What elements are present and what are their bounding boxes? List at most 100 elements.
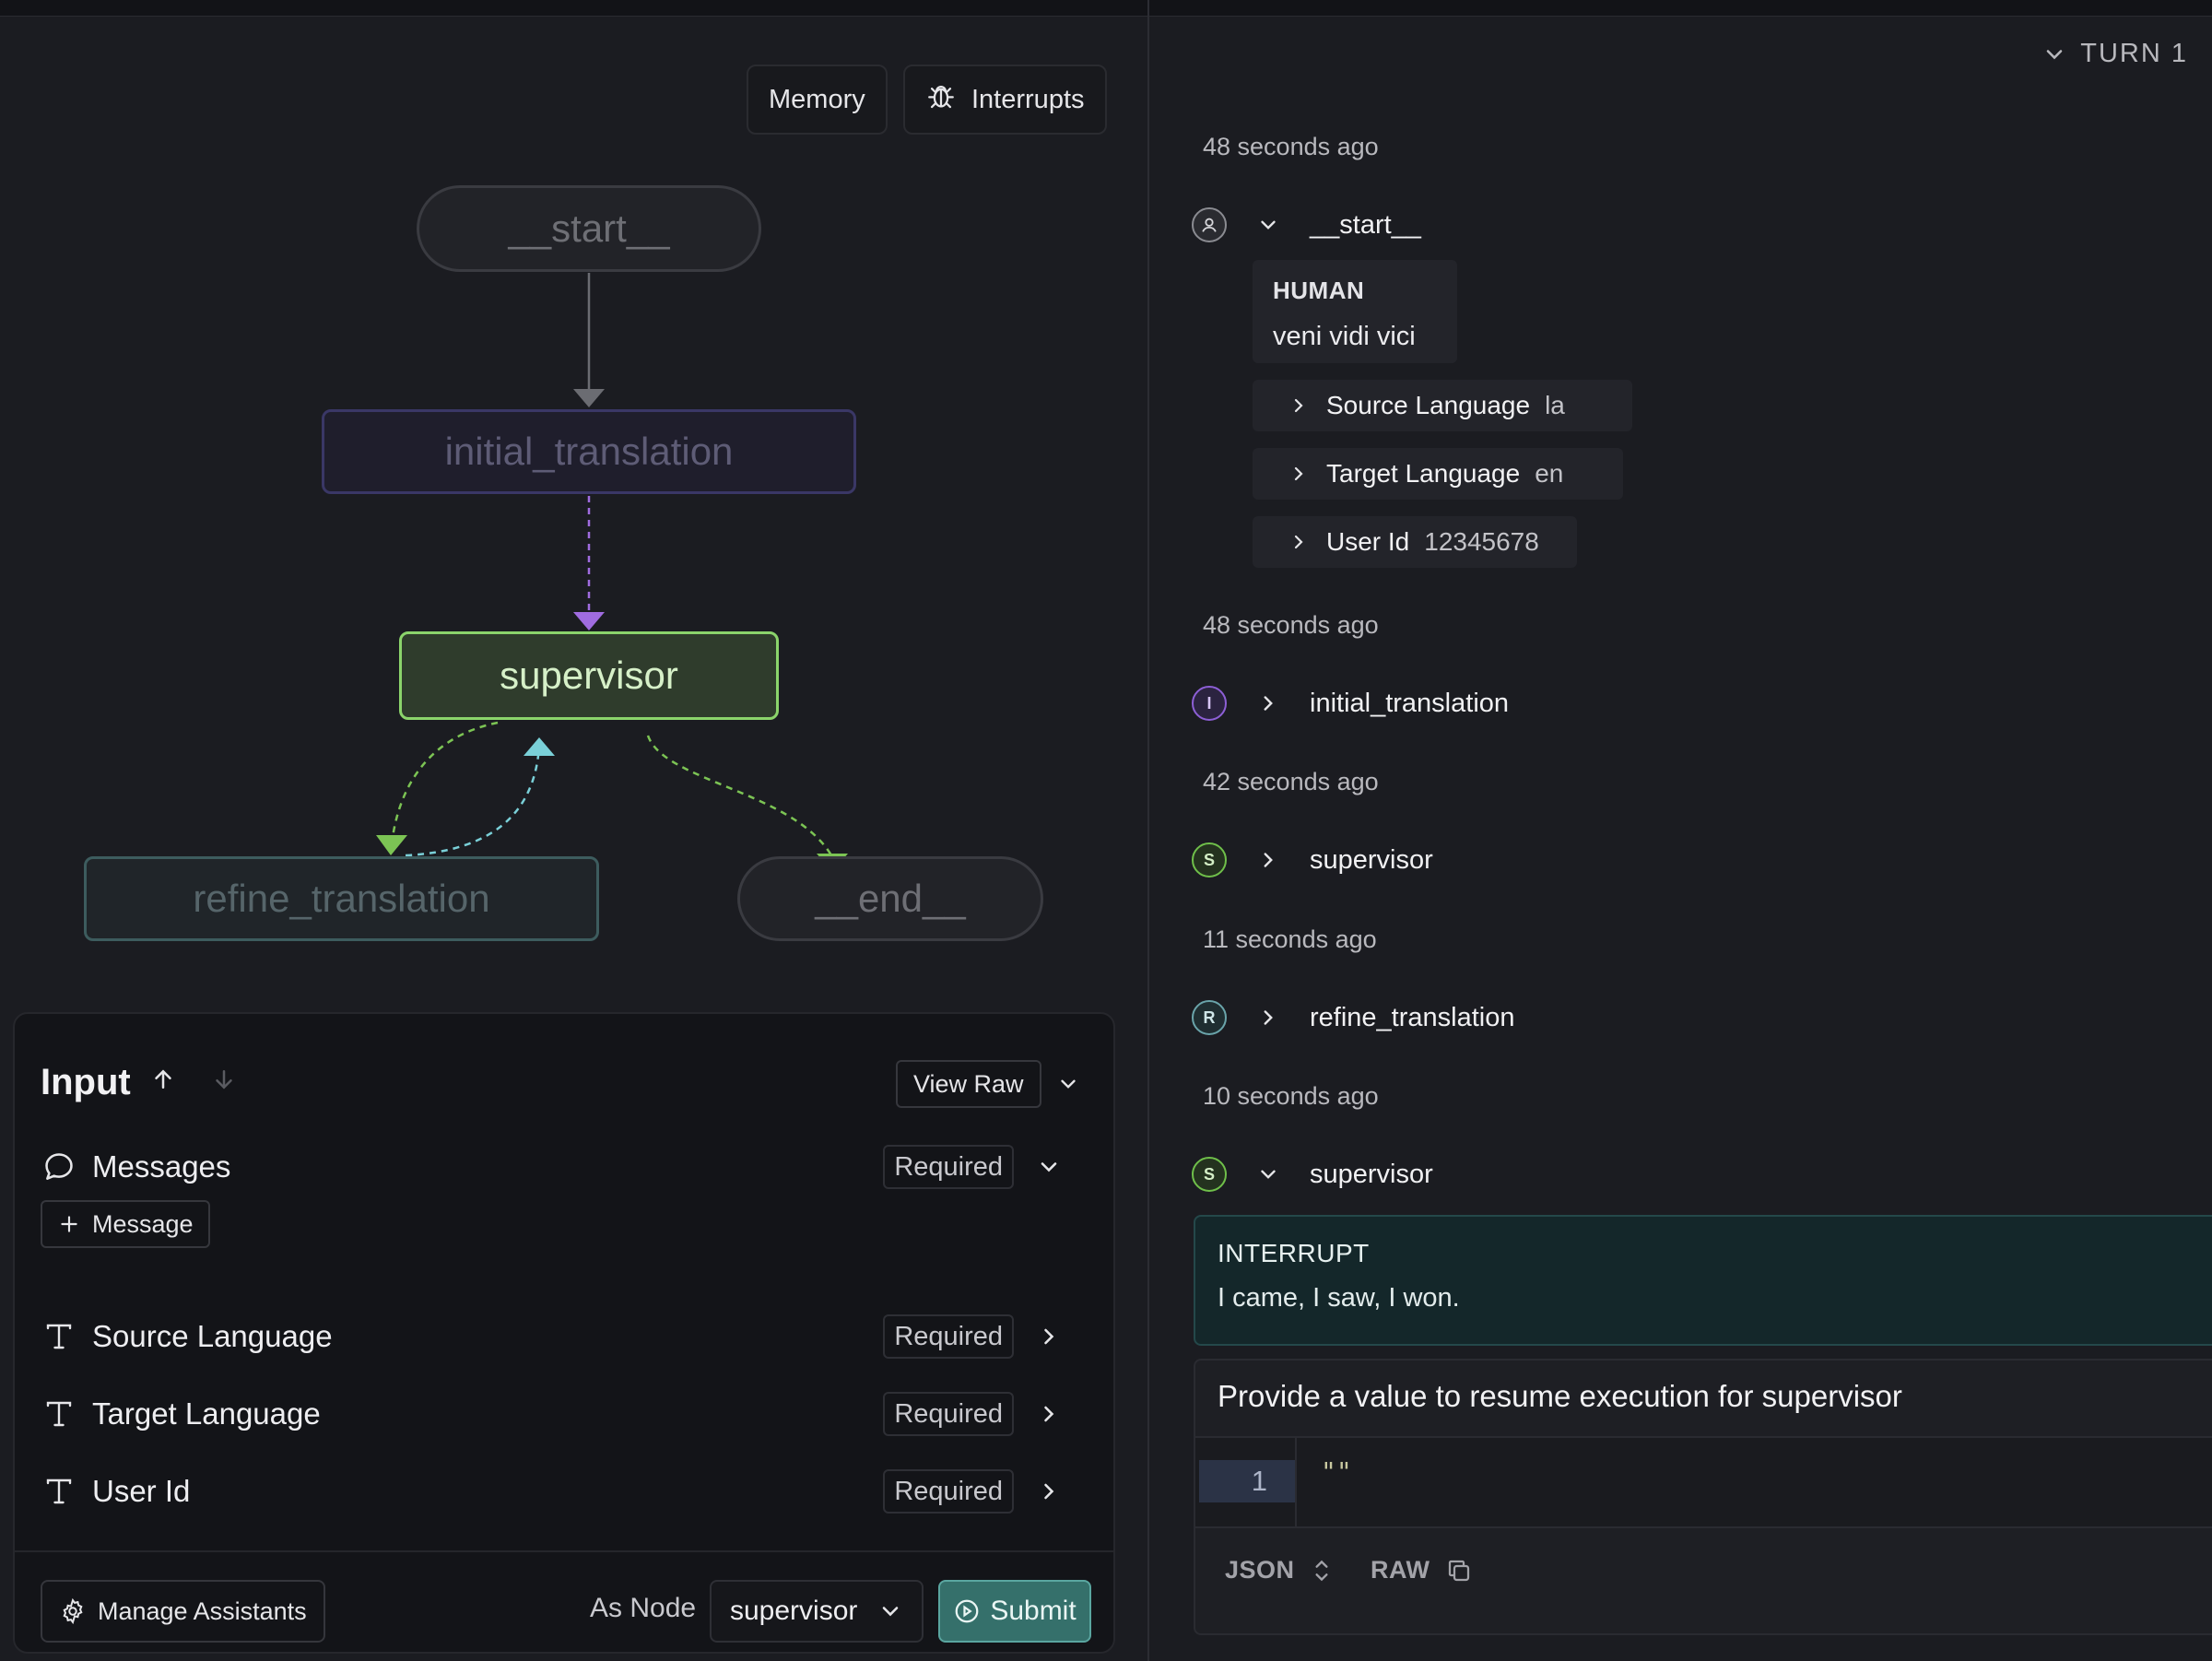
state-target-language[interactable]: Target Language en	[1253, 448, 1623, 500]
as-node-select[interactable]: supervisor	[710, 1580, 924, 1643]
messages-label: Messages	[92, 1149, 231, 1184]
chevron-right-icon[interactable]	[1256, 1006, 1280, 1030]
resume-editor[interactable]: 1 ""	[1195, 1438, 2212, 1526]
text-type-icon	[41, 1318, 77, 1355]
node-start-label: __start__	[508, 206, 670, 250]
node-initial-translation[interactable]: initial_translation	[322, 409, 856, 494]
gear-icon	[63, 1597, 83, 1625]
person-icon	[1192, 207, 1227, 242]
chevron-down-icon[interactable]	[1036, 1154, 1062, 1180]
avatar-initial: S	[1192, 842, 1227, 878]
input-title: Input	[41, 1062, 131, 1102]
as-node-value: supervisor	[730, 1596, 858, 1626]
chevron-right-icon[interactable]	[1256, 848, 1280, 872]
event-node-name: __start__	[1310, 209, 1421, 240]
interrupt-text: I came, I saw, I won.	[1218, 1283, 1460, 1313]
source-language-row[interactable]: Source Language Required	[41, 1313, 1088, 1361]
node-end[interactable]: __end__	[737, 856, 1043, 941]
user-id-label: User Id	[92, 1474, 191, 1508]
chevron-right-icon	[1294, 398, 1303, 413]
human-message: HUMAN veni vidi vici	[1253, 260, 1457, 363]
target-language-row[interactable]: Target Language Required	[41, 1390, 1088, 1438]
event-initial-translation[interactable]: I initial_translation	[1192, 683, 1509, 724]
code-content[interactable]: ""	[1321, 1456, 1352, 1487]
arrow-down-icon[interactable]	[210, 1066, 238, 1093]
manage-assistants-button[interactable]: Manage Assistants	[41, 1580, 325, 1643]
event-timestamp: 10 seconds ago	[1203, 1082, 1379, 1110]
node-initial-translation-label: initial_translation	[444, 430, 734, 473]
submit-label: Submit	[990, 1596, 1077, 1626]
edge-start-initial-arrow	[573, 389, 605, 407]
top-bar	[0, 0, 2212, 17]
footer-divider	[15, 1550, 1113, 1552]
user-id-row[interactable]: User Id Required	[41, 1467, 1088, 1515]
graph-edges	[376, 273, 848, 872]
messages-row[interactable]: Messages Required	[41, 1143, 1088, 1191]
required-badge: Required	[883, 1469, 1014, 1514]
event-start[interactable]: __start__	[1192, 205, 1421, 245]
view-raw-label: View Raw	[913, 1069, 1024, 1098]
required-badge: Required	[883, 1392, 1014, 1436]
chevron-right-icon[interactable]	[1036, 1478, 1062, 1504]
chevron-down-icon[interactable]	[1256, 1162, 1280, 1186]
chevron-down-icon[interactable]	[1056, 1072, 1080, 1096]
chevron-up-down-icon	[1314, 1560, 1328, 1581]
manage-assistants-label: Manage Assistants	[98, 1596, 307, 1625]
state-value: en	[1535, 459, 1564, 488]
chevron-down-icon[interactable]	[1256, 213, 1280, 237]
view-raw-button[interactable]: View Raw	[896, 1060, 1041, 1108]
edge-supervisor-end	[646, 735, 833, 856]
required-badge: Required	[883, 1145, 1014, 1189]
copy-icon	[1448, 1560, 1469, 1581]
required-badge: Required	[883, 1314, 1014, 1359]
graph-panel: Memory Interrupts __start__ initial_tran…	[0, 17, 1147, 1661]
chat-bubble-icon	[41, 1149, 77, 1185]
chevron-right-icon	[1294, 535, 1303, 549]
avatar-initial: S	[1192, 1157, 1227, 1192]
chevron-right-icon[interactable]	[1036, 1324, 1062, 1349]
target-language-label: Target Language	[92, 1396, 321, 1431]
event-timestamp: 48 seconds ago	[1203, 133, 1379, 160]
event-node-name: initial_translation	[1310, 688, 1510, 718]
event-node-name: supervisor	[1310, 1159, 1433, 1189]
event-refine-translation[interactable]: R refine_translation	[1192, 997, 1514, 1038]
interrupt-box: INTERRUPT I came, I saw, I won.	[1194, 1215, 2212, 1346]
node-refine-translation-label: refine_translation	[193, 877, 490, 920]
state-source-language[interactable]: Source Language la	[1253, 380, 1632, 431]
event-node-name: refine_translation	[1310, 1002, 1515, 1032]
turn-toggle[interactable]: TURN 1	[2041, 39, 2188, 69]
state-key: Source Language	[1326, 391, 1531, 419]
event-supervisor[interactable]: S supervisor	[1192, 840, 1433, 880]
chevron-right-icon[interactable]	[1036, 1401, 1062, 1427]
source-language-label: Source Language	[92, 1319, 333, 1353]
add-message-label: Message	[92, 1209, 194, 1238]
event-timestamp: 42 seconds ago	[1203, 768, 1379, 795]
node-supervisor[interactable]: supervisor	[399, 631, 779, 720]
add-message-button[interactable]: Message	[41, 1200, 210, 1248]
event-supervisor-interrupt[interactable]: S supervisor	[1192, 1154, 1433, 1195]
node-start[interactable]: __start__	[417, 185, 761, 272]
submit-button[interactable]: Submit	[938, 1580, 1091, 1643]
chevron-down-icon	[2046, 49, 2063, 59]
turn-label: TURN 1	[2080, 39, 2188, 68]
state-value: la	[1545, 391, 1565, 419]
edge-supervisor-refine-arrow	[376, 835, 407, 855]
resume-divider	[1195, 1526, 2212, 1528]
arrow-up-icon[interactable]	[149, 1066, 177, 1093]
avatar-initial: R	[1192, 1000, 1227, 1035]
raw-format-toggle[interactable]: RAW	[1371, 1556, 1473, 1584]
message-role: HUMAN	[1273, 277, 1365, 304]
edge-refine-supervisor-arrow	[524, 737, 555, 756]
raw-format-label: RAW	[1371, 1556, 1430, 1584]
state-user-id[interactable]: User Id 12345678	[1253, 516, 1577, 568]
edge-supervisor-refine	[389, 721, 499, 854]
gutter-border	[1295, 1438, 1297, 1526]
event-node-name: supervisor	[1310, 844, 1433, 875]
resume-panel: Provide a value to resume execution for …	[1194, 1359, 2212, 1635]
node-refine-translation[interactable]: refine_translation	[84, 856, 599, 941]
chevron-right-icon[interactable]	[1256, 691, 1280, 715]
chevron-down-icon	[882, 1607, 899, 1617]
state-key: Target Language	[1326, 459, 1521, 488]
state-key: User Id	[1326, 527, 1410, 556]
json-format-toggle[interactable]: JSON	[1225, 1556, 1334, 1584]
